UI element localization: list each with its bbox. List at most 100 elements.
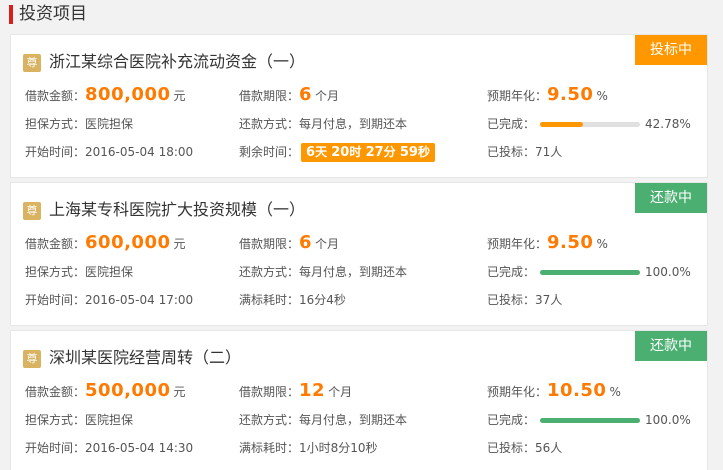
progress-fill: [540, 122, 583, 127]
loan-amount-label: 借款金额：: [25, 89, 86, 103]
guarantee-value: 医院担保: [85, 265, 134, 279]
project-title[interactable]: 浙江某综合医院补充流动资金（一）: [49, 50, 305, 74]
project-title[interactable]: 上海某专科医院扩大投资规模（一）: [49, 198, 305, 222]
completed-label-row: 已完成：: [487, 262, 535, 282]
investor-count: 已投标：56人: [487, 438, 562, 458]
completed-label: 已完成：: [487, 117, 536, 131]
repay-label: 还款方式：: [239, 265, 300, 279]
investor-count-value: 56人: [535, 441, 563, 455]
start-time: 开始时间：2016-05-04 17:00: [25, 290, 193, 310]
guarantee-method: 担保方式：医院担保: [25, 410, 133, 430]
loan-amount-label: 借款金额：: [25, 237, 86, 251]
repay-value: 每月付息，到期还本: [299, 117, 408, 131]
status-repaying-button[interactable]: 还款中: [635, 331, 707, 361]
start-time: 开始时间：2016-05-04 18:00: [25, 142, 193, 162]
remaining-time: 剩余时间： 6天 20时 27分 59秒: [239, 142, 435, 162]
investor-count-value: 71人: [535, 145, 563, 159]
progress-percent: 100.0%: [645, 413, 691, 427]
expected-rate-unit: %: [609, 385, 621, 399]
countdown-days: 6: [306, 145, 316, 160]
countdown-hours: 20: [331, 145, 350, 160]
expected-rate: 预期年化：9.50%: [487, 85, 608, 106]
expected-rate-value: 9.50: [547, 84, 594, 105]
expected-rate-label: 预期年化：: [487, 385, 548, 399]
fill-duration: 满标耗时：1小时8分10秒: [239, 438, 378, 458]
repay-value: 每月付息，到期还本: [299, 413, 408, 427]
progress-bar: [540, 122, 640, 127]
guarantee-label: 担保方式：: [25, 413, 86, 427]
start-time-value: 2016-05-04 17:00: [85, 293, 194, 307]
project-card[interactable]: 尊 深圳某医院经营周转（二） 还款中 借款金额：500,000 元 借款期限：12…: [10, 330, 708, 470]
loan-term-unit: 个月: [328, 385, 353, 399]
progress-fill: [540, 270, 640, 275]
loan-term: 借款期限：6 个月: [239, 233, 339, 254]
repay-method: 还款方式：每月付息，到期还本: [239, 262, 407, 282]
loan-amount: 借款金额：600,000 元: [25, 233, 186, 254]
guarantee-label: 担保方式：: [25, 117, 86, 131]
loan-term: 借款期限：6 个月: [239, 85, 339, 106]
loan-term-label: 借款期限：: [239, 89, 300, 103]
repay-value: 每月付息，到期还本: [299, 265, 408, 279]
project-card[interactable]: 尊 浙江某综合医院补充流动资金（一） 投标中 借款金额：800,000 元 借款期…: [10, 34, 708, 178]
progress-percent: 100.0%: [645, 265, 691, 279]
start-time-label: 开始时间：: [25, 145, 86, 159]
countdown-seconds: 59: [399, 145, 418, 160]
countdown-seconds-unit: 秒: [417, 145, 430, 159]
fill-duration-value: 16分4秒: [299, 293, 346, 307]
completed-label-row: 已完成：: [487, 410, 535, 430]
progress-bar: [540, 418, 640, 423]
loan-term-label: 借款期限：: [239, 385, 300, 399]
start-time-label: 开始时间：: [25, 293, 86, 307]
premium-badge-icon: 尊: [23, 202, 41, 220]
expected-rate-value: 9.50: [547, 232, 594, 253]
start-time-value: 2016-05-04 18:00: [85, 145, 194, 159]
loan-amount-value: 500,000: [85, 380, 171, 401]
loan-term: 借款期限：12 个月: [239, 381, 352, 402]
repay-method: 还款方式：每月付息，到期还本: [239, 114, 407, 134]
start-time: 开始时间：2016-05-04 14:30: [25, 438, 193, 458]
expected-rate: 预期年化：9.50%: [487, 233, 608, 254]
status-repaying-button[interactable]: 还款中: [635, 183, 707, 213]
expected-rate-unit: %: [596, 89, 608, 103]
loan-amount-unit: 元: [173, 385, 186, 399]
loan-term-unit: 个月: [315, 89, 340, 103]
status-bidding-button[interactable]: 投标中: [635, 35, 707, 65]
start-time-value: 2016-05-04 14:30: [85, 441, 194, 455]
investor-count-value: 37人: [535, 293, 563, 307]
guarantee-method: 担保方式：医院担保: [25, 262, 133, 282]
guarantee-value: 医院担保: [85, 117, 134, 131]
start-time-label: 开始时间：: [25, 441, 86, 455]
fill-duration-value: 1小时8分10秒: [299, 441, 378, 455]
project-title[interactable]: 深圳某医院经营周转（二）: [49, 346, 241, 370]
loan-amount-unit: 元: [173, 237, 186, 251]
expected-rate-label: 预期年化：: [487, 89, 548, 103]
guarantee-value: 医院担保: [85, 413, 134, 427]
progress-percent: 42.78%: [645, 117, 691, 131]
countdown-days-unit: 天: [315, 145, 328, 159]
loan-term-value: 6: [299, 84, 313, 105]
repay-method: 还款方式：每月付息，到期还本: [239, 410, 407, 430]
expected-rate-label: 预期年化：: [487, 237, 548, 251]
investor-count: 已投标：71人: [487, 142, 562, 162]
repay-label: 还款方式：: [239, 117, 300, 131]
loan-term-unit: 个月: [315, 237, 340, 251]
completed-label-row: 已完成：: [487, 114, 535, 134]
loan-amount-label: 借款金额：: [25, 385, 86, 399]
countdown-hours-unit: 时: [349, 145, 362, 159]
investor-count-label: 已投标：: [487, 293, 536, 307]
section-accent-bar: [9, 5, 13, 24]
guarantee-label: 担保方式：: [25, 265, 86, 279]
completed-label: 已完成：: [487, 265, 536, 279]
remaining-time-label: 剩余时间：: [239, 145, 300, 159]
repay-label: 还款方式：: [239, 413, 300, 427]
loan-amount-value: 800,000: [85, 84, 171, 105]
loan-amount-unit: 元: [173, 89, 186, 103]
premium-badge-icon: 尊: [23, 54, 41, 72]
progress-fill: [540, 418, 640, 423]
investor-count-label: 已投标：: [487, 441, 536, 455]
loan-term-value: 12: [299, 380, 326, 401]
guarantee-method: 担保方式：医院担保: [25, 114, 133, 134]
project-card[interactable]: 尊 上海某专科医院扩大投资规模（一） 还款中 借款金额：600,000 元 借款期…: [10, 182, 708, 326]
section-title: 投资项目: [19, 4, 87, 24]
completed-label: 已完成：: [487, 413, 536, 427]
